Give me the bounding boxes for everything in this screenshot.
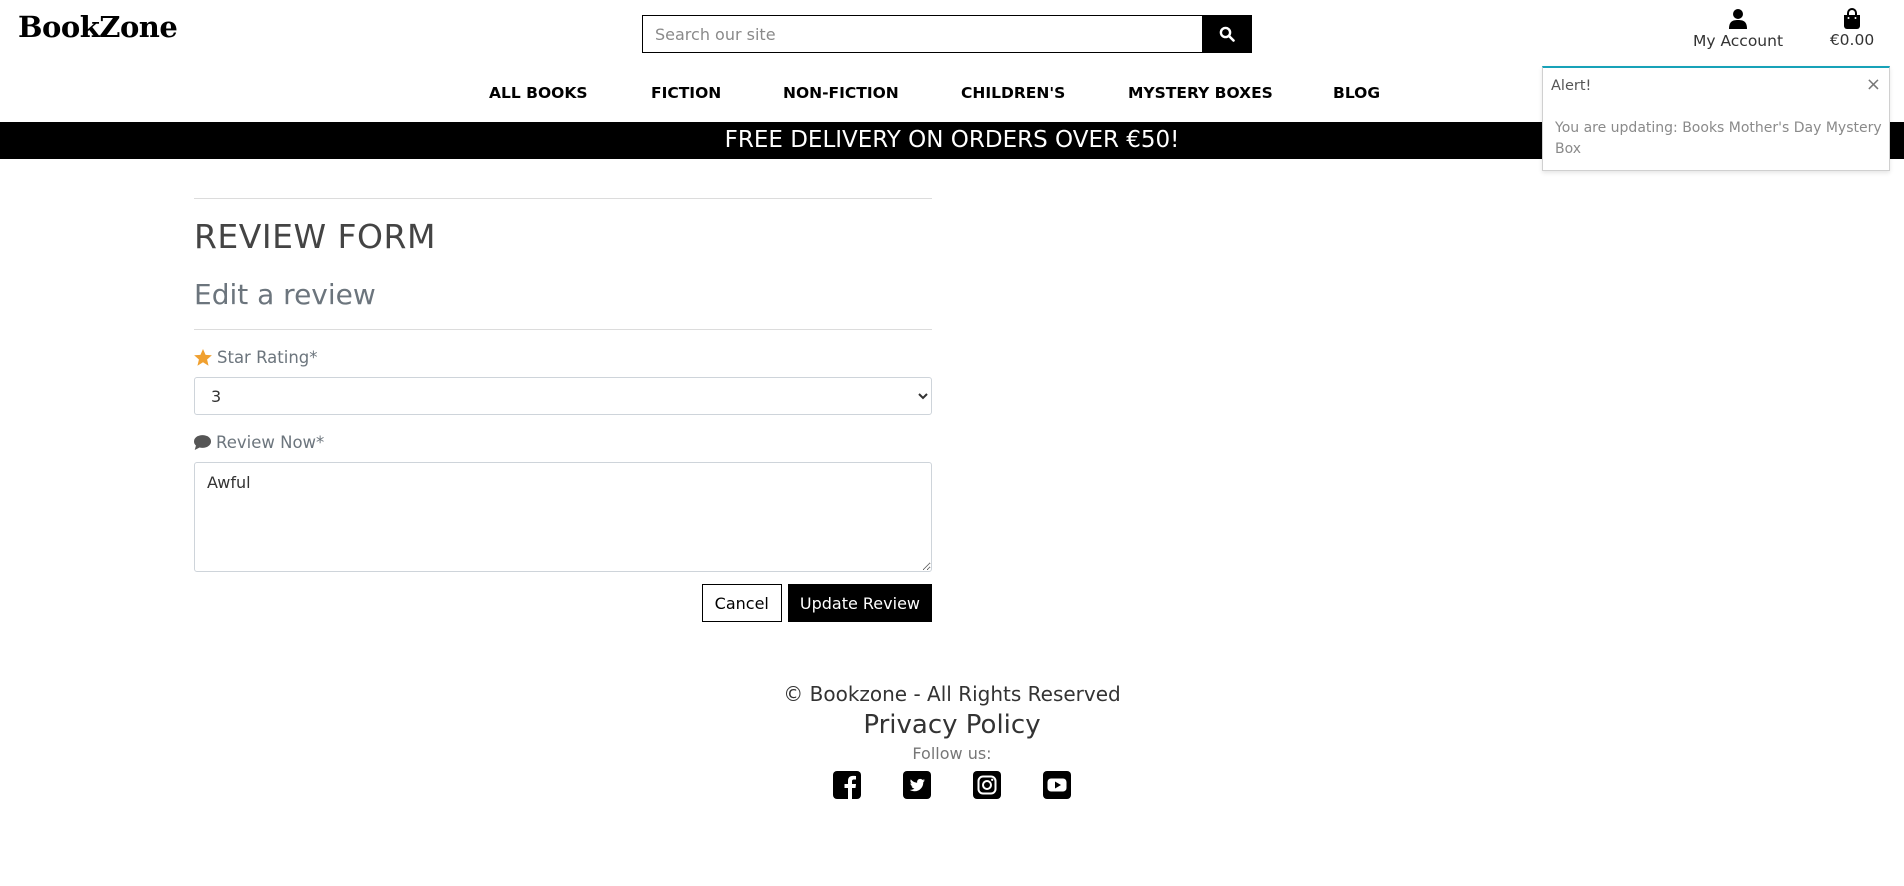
toast-message: You are updating: Books Mother's Day Mys… (1555, 120, 1882, 157)
shopping-bag-icon (1844, 8, 1860, 29)
toast-title: Alert! (1551, 78, 1592, 94)
review-label: Review Now* (194, 433, 932, 452)
nav-blog[interactable]: BLOG (1333, 84, 1380, 102)
my-account-link[interactable]: My Account (1688, 8, 1788, 50)
search-button[interactable] (1202, 15, 1252, 53)
star-rating-select[interactable]: 3 (194, 377, 932, 415)
copyright-text: © Bookzone - All Rights Reserved (783, 682, 1121, 706)
footer: © Bookzone - All Rights Reserved Privacy… (0, 682, 1904, 799)
instagram-icon[interactable] (973, 771, 1001, 799)
nav-non-fiction[interactable]: NON-FICTION (783, 84, 899, 102)
follow-us-label: Follow us: (912, 744, 992, 763)
nav-childrens[interactable]: CHILDREN'S (961, 84, 1065, 102)
alert-toast: Alert! × You are updating: Books Mother'… (1542, 66, 1890, 171)
comment-icon (194, 435, 211, 450)
cancel-button[interactable]: Cancel (701, 584, 782, 622)
site-logo[interactable]: BookZone (18, 10, 178, 44)
social-links (0, 771, 1904, 799)
update-review-button[interactable]: Update Review (787, 584, 932, 622)
search-input[interactable] (642, 15, 1202, 53)
facebook-icon[interactable] (833, 771, 861, 799)
nav-fiction[interactable]: FICTION (651, 84, 721, 102)
star-rating-label: Star Rating* (194, 348, 932, 367)
form-subtitle: Edit a review (194, 278, 376, 311)
youtube-icon[interactable] (1043, 771, 1071, 799)
privacy-policy-link[interactable]: Privacy Policy (863, 710, 1040, 740)
search-form (642, 15, 1252, 53)
page-title: REVIEW FORM (194, 217, 436, 256)
nav-all-books[interactable]: ALL BOOKS (489, 84, 588, 102)
search-icon (1219, 26, 1235, 42)
nav-mystery-boxes[interactable]: MYSTERY BOXES (1128, 84, 1273, 102)
cart-link[interactable]: €0.00 (1822, 8, 1882, 49)
cart-total: €0.00 (1829, 31, 1875, 49)
star-rating-text: Star Rating* (217, 348, 318, 367)
user-icon (1729, 9, 1747, 29)
review-textarea[interactable]: Awful (194, 462, 932, 572)
form-actions: Cancel Update Review (194, 584, 932, 622)
divider (194, 329, 932, 330)
my-account-label: My Account (1692, 32, 1784, 50)
divider (194, 198, 932, 199)
review-form-section: REVIEW FORM Edit a review Star Rating* 3… (194, 198, 932, 622)
review-label-text: Review Now* (216, 433, 325, 452)
star-icon (194, 349, 212, 366)
close-icon[interactable]: × (1866, 76, 1881, 94)
twitter-icon[interactable] (903, 771, 931, 799)
